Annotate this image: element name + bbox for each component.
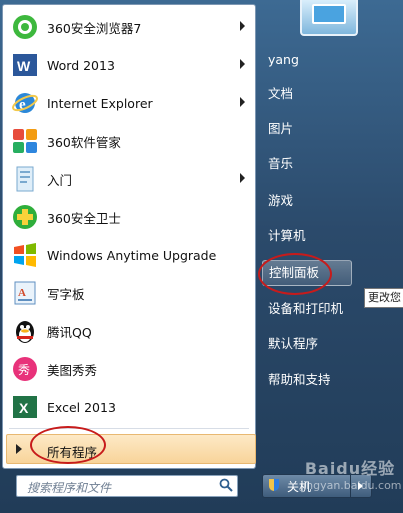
program-item-word[interactable]: W Word 2013 bbox=[7, 47, 251, 83]
program-label: 美图秀秀 bbox=[47, 362, 98, 378]
right-item-documents[interactable]: 文档 bbox=[262, 82, 388, 106]
svg-text:A: A bbox=[18, 287, 26, 299]
svg-text:W: W bbox=[17, 58, 31, 74]
right-item-pictures[interactable]: 图片 bbox=[262, 117, 388, 141]
all-programs-label: 所有程序 bbox=[47, 445, 98, 460]
program-label: 360安全卫士 bbox=[47, 210, 121, 226]
qq-penguin-icon bbox=[9, 315, 41, 347]
program-item-360-browser[interactable]: 360安全浏览器7 bbox=[7, 9, 251, 45]
separator bbox=[9, 428, 249, 429]
search-placeholder: 搜索程序和文件 bbox=[27, 481, 112, 495]
svg-text:X: X bbox=[19, 400, 29, 416]
program-label: 360安全浏览器7 bbox=[47, 20, 142, 36]
program-item-wordpad[interactable]: A 写字板 bbox=[7, 275, 251, 311]
start-menu: 360安全浏览器7 W Word 2013 e Internet Explore… bbox=[0, 0, 403, 513]
program-label: Internet Explorer bbox=[47, 95, 153, 111]
svg-text:秀: 秀 bbox=[18, 363, 30, 377]
programs-panel: 360安全浏览器7 W Word 2013 e Internet Explore… bbox=[2, 4, 256, 469]
program-label: Word 2013 bbox=[47, 57, 115, 73]
program-item-360-security-guard[interactable]: 360安全卫士 bbox=[7, 199, 251, 235]
program-label: 360软件管家 bbox=[47, 134, 121, 150]
right-item-music[interactable]: 音乐 bbox=[262, 152, 388, 176]
watermark: Baidu经验 jingyan.baidu.com bbox=[300, 455, 402, 510]
program-label: 腾讯QQ bbox=[47, 324, 92, 340]
program-label: Excel 2013 bbox=[47, 399, 116, 415]
watermark-url: jingyan.baidu.com bbox=[300, 479, 402, 492]
expand-arrow-icon bbox=[16, 444, 22, 454]
internet-explorer-icon: e bbox=[9, 87, 41, 119]
submenu-arrow-icon[interactable] bbox=[240, 97, 245, 107]
360-security-guard-icon bbox=[9, 201, 41, 233]
user-picture[interactable] bbox=[300, 0, 358, 36]
submenu-arrow-icon[interactable] bbox=[240, 173, 245, 183]
program-label: Windows Anytime Upgrade bbox=[47, 247, 217, 263]
360-software-manager-icon bbox=[9, 125, 41, 157]
word-icon: W bbox=[9, 49, 41, 81]
right-item-user[interactable]: yang bbox=[262, 48, 388, 72]
monitor-icon bbox=[312, 4, 346, 24]
program-item-qq[interactable]: 腾讯QQ bbox=[7, 313, 251, 349]
right-item-computer[interactable]: 计算机 bbox=[262, 224, 388, 248]
right-item-default-programs[interactable]: 默认程序 bbox=[262, 332, 388, 356]
shield-icon bbox=[269, 479, 279, 491]
windows-anytime-upgrade-icon bbox=[9, 239, 41, 271]
right-item-games[interactable]: 游戏 bbox=[262, 189, 388, 213]
excel-icon: X bbox=[9, 391, 41, 423]
meitu-xiuxiu-icon: 秀 bbox=[9, 353, 41, 385]
program-item-internet-explorer[interactable]: e Internet Explorer bbox=[7, 85, 251, 121]
submenu-arrow-icon[interactable] bbox=[240, 21, 245, 31]
360-browser-icon bbox=[9, 11, 41, 43]
program-label: 写字板 bbox=[47, 286, 85, 302]
program-item-meitu[interactable]: 秀 美图秀秀 bbox=[7, 351, 251, 387]
right-item-control-panel[interactable]: 控制面板 bbox=[262, 260, 352, 286]
program-label: 入门 bbox=[47, 172, 73, 188]
getting-started-icon bbox=[9, 163, 41, 195]
watermark-logo-text: Baidu经验 bbox=[304, 459, 396, 478]
right-item-help-support[interactable]: 帮助和支持 bbox=[262, 368, 388, 392]
wordpad-icon: A bbox=[9, 277, 41, 309]
all-programs-button[interactable]: 所有程序 bbox=[6, 434, 256, 464]
program-item-getting-started[interactable]: 入门 bbox=[7, 161, 251, 197]
search-box[interactable]: 搜索程序和文件 bbox=[16, 475, 238, 497]
tooltip: 更改您 bbox=[364, 288, 403, 308]
program-item-excel[interactable]: X Excel 2013 bbox=[7, 389, 251, 425]
program-item-360-software-manager[interactable]: 360软件管家 bbox=[7, 123, 251, 159]
submenu-arrow-icon[interactable] bbox=[240, 59, 245, 69]
program-item-windows-anytime-upgrade[interactable]: Windows Anytime Upgrade bbox=[7, 237, 251, 273]
search-icon[interactable] bbox=[219, 478, 233, 492]
